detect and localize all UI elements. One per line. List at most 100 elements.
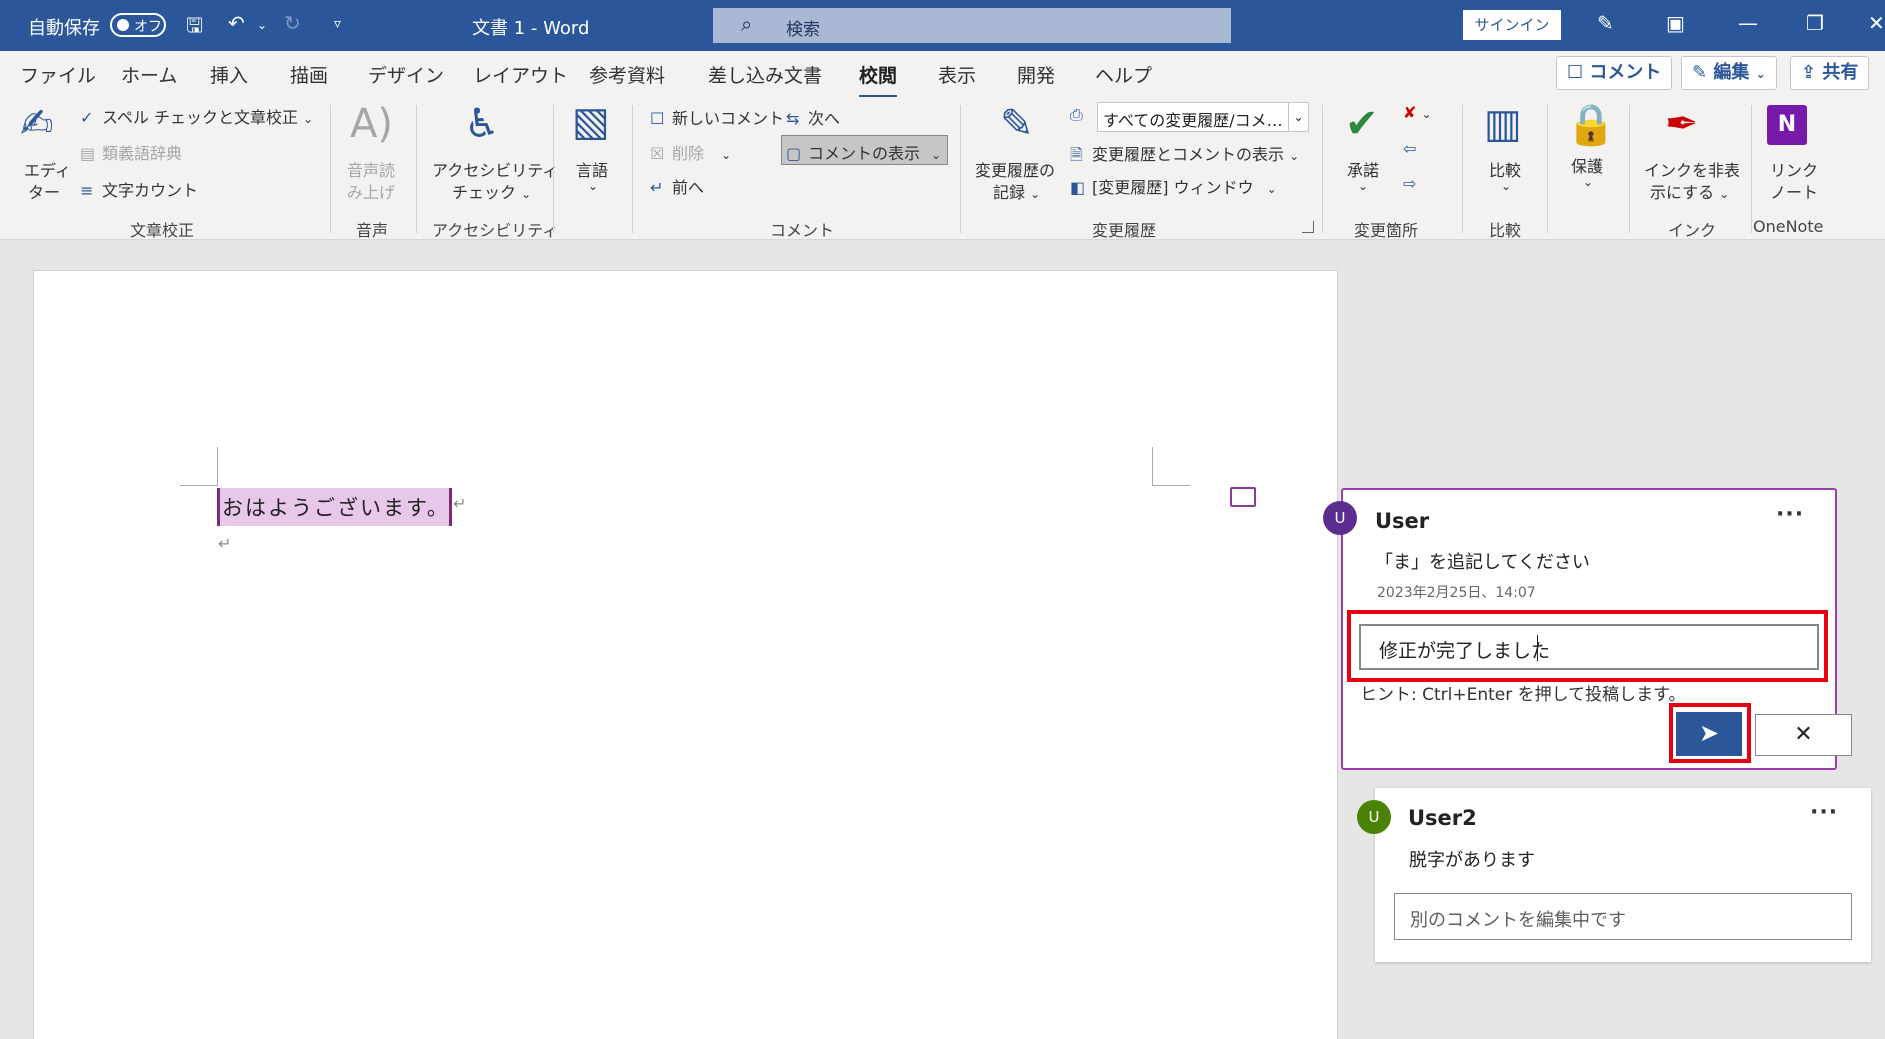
editor-button-line2[interactable]: ター (28, 179, 60, 203)
editor-icon: ✍ (20, 101, 54, 147)
reply-input[interactable]: 修正が完了しました (1359, 624, 1819, 670)
tab-file[interactable]: ファイル (20, 61, 96, 88)
next-comment-button[interactable]: ⇆ 次へ (786, 105, 840, 129)
protect-button[interactable]: 保護 (1571, 153, 1603, 177)
new-comment-label: 新しいコメント (672, 109, 785, 128)
crop-mark (217, 447, 218, 485)
new-comment-button[interactable]: ☐ 新しいコメント (650, 105, 784, 129)
reviewing-pane-button[interactable]: ◧ [変更履歴] ウィンドウ ⌄ (1070, 174, 1277, 198)
editing-mode-label: 編集 (1713, 62, 1750, 83)
close-icon[interactable]: ✕ (1868, 11, 1885, 35)
avatar: U (1323, 501, 1357, 535)
customize-toolbar-icon[interactable]: ▿ (334, 16, 341, 32)
cancel-reply-button[interactable]: ✕ (1755, 714, 1852, 756)
tab-insert[interactable]: 挿入 (210, 61, 248, 88)
reject-icon[interactable]: ✘ ⌄ (1403, 103, 1432, 122)
undo-dropdown-icon[interactable]: ⌄ (257, 18, 267, 32)
pen-icon[interactable]: ✎ (1597, 11, 1614, 35)
chevron-down-icon[interactable]: ⌄ (588, 179, 598, 193)
more-options-icon[interactable]: ··· (1810, 800, 1838, 825)
next-change-icon[interactable]: ⇨ (1403, 174, 1416, 193)
chevron-down-icon[interactable]: ⌄ (1358, 179, 1368, 193)
document-text[interactable]: おはようございます。 (222, 492, 450, 522)
group-tracking-label: 変更履歴 (1092, 221, 1157, 240)
spell-check-button[interactable]: ✓ スペル チェックと文章校正 ⌄ (80, 104, 313, 128)
language-button[interactable]: 言語 (576, 157, 608, 181)
display-for-review-select[interactable]: すべての変更履歴/コメ… ⌄ (1097, 102, 1309, 132)
comments-pane-button[interactable]: ☐ コメント (1556, 56, 1673, 90)
editor-button[interactable]: エディ (24, 157, 71, 181)
comment-icon: ☐ (1567, 62, 1584, 83)
comment-text: 「ま」を追記してください (1375, 552, 1590, 573)
restore-icon[interactable]: ❐ (1806, 11, 1824, 35)
chevron-down-icon: ⌄ (1421, 107, 1432, 121)
display-for-review-value: すべての変更履歴/コメ… (1103, 111, 1283, 130)
hide-ink-button[interactable]: インクを非表 (1644, 157, 1740, 181)
read-aloud-icon: A) (350, 101, 393, 147)
word-count-label: 文字カウント (102, 181, 199, 200)
linked-notes-button[interactable]: リンク (1770, 157, 1818, 181)
comment-marker-icon[interactable] (1230, 487, 1256, 507)
ribbon-separator (632, 105, 633, 233)
tab-home[interactable]: ホーム (121, 61, 177, 88)
read-aloud-button: 音声読 (347, 161, 396, 180)
hide-ink-line2[interactable]: 示にする ⌄ (1650, 179, 1729, 203)
tab-help[interactable]: ヘルプ (1095, 61, 1152, 88)
reviewing-pane-label: [変更履歴] ウィンドウ (1092, 178, 1254, 197)
language-icon: ▧ (572, 99, 610, 145)
undo-icon[interactable]: ↶ (228, 11, 245, 35)
thesaurus-label: 類義語辞典 (102, 144, 183, 163)
minimize-icon[interactable]: — (1738, 11, 1758, 35)
editing-mode-button[interactable]: ✎ 編集 ⌄ (1681, 56, 1777, 90)
tab-draw[interactable]: 描画 (290, 61, 328, 88)
delete-comment-icon: ☒ (650, 144, 665, 163)
ribbon-display-icon[interactable]: ▣ (1666, 11, 1685, 35)
compare-button[interactable]: 比較 (1489, 157, 1521, 181)
show-comments-content[interactable]: ▢ コメントの表示 ⌄ (786, 140, 941, 164)
search-box[interactable]: ⌕ 検索 (713, 8, 1231, 43)
linked-notes-button-line2[interactable]: ノート (1770, 179, 1818, 203)
markup-icon: ⎙ (1070, 105, 1083, 124)
tab-references[interactable]: 参考資料 (589, 61, 665, 88)
save-icon[interactable]: 🖫 (186, 11, 203, 45)
track-changes-button[interactable]: 変更履歴の (975, 157, 1055, 181)
signin-button[interactable]: サインイン (1463, 10, 1561, 40)
previous-comment-button[interactable]: ↵ 前へ (650, 174, 704, 198)
post-hint: ヒント: Ctrl+Enter を押して投稿します。 (1360, 685, 1686, 705)
autosave-toggle[interactable]: オフ (110, 13, 166, 37)
more-options-icon[interactable]: ··· (1776, 502, 1804, 527)
dialog-launcher-icon[interactable] (1302, 221, 1314, 233)
chevron-down-icon: ⌄ (1030, 187, 1041, 201)
accept-button[interactable]: 承諾 (1347, 157, 1379, 181)
tab-review[interactable]: 校閲 (859, 61, 898, 98)
autosave-label: 自動保存 (28, 18, 100, 39)
tab-layout[interactable]: レイアウト (473, 61, 568, 88)
post-reply-button[interactable]: ➤ (1676, 712, 1742, 756)
tab-developer[interactable]: 開発 (1017, 61, 1055, 88)
tab-view[interactable]: 表示 (938, 61, 976, 88)
track-changes-line2[interactable]: 記録 ⌄ (993, 179, 1040, 203)
accessibility-check-line2[interactable]: チェック ⌄ (452, 179, 531, 203)
previous-label: 前へ (672, 178, 705, 197)
ribbon-separator (1322, 105, 1323, 233)
chevron-down-icon[interactable]: ⌄ (1501, 179, 1511, 193)
accessibility-check-button[interactable]: アクセシビリティ (432, 157, 558, 181)
protect-icon: 🔒 (1566, 102, 1616, 148)
show-comments-label: コメントの表示 (808, 144, 921, 163)
document-page[interactable] (33, 270, 1338, 1039)
display-for-review-icon: ⎙ (1070, 105, 1092, 125)
share-button[interactable]: ⇪ 共有 (1790, 56, 1870, 90)
track-changes-label: 記録 (993, 183, 1026, 202)
show-markup-button[interactable]: 🗎 変更履歴とコメントの表示 ⌄ (1070, 141, 1299, 171)
chevron-down-icon: ⌄ (1266, 182, 1277, 196)
comments-pane-label: コメント (1589, 62, 1662, 83)
delete-label: 削除 (672, 144, 705, 163)
chevron-down-icon[interactable]: ⌄ (1583, 175, 1593, 189)
tab-design[interactable]: デザイン (368, 61, 444, 88)
avatar-initial: U (1368, 808, 1380, 826)
previous-change-icon[interactable]: ⇦ (1403, 139, 1416, 158)
tab-mailings[interactable]: 差し込み文書 (708, 61, 822, 88)
reply-input-disabled[interactable]: 別のコメントを編集中です (1394, 893, 1852, 940)
read-aloud-button-line2: み上げ (347, 183, 396, 202)
word-count-button[interactable]: ≡ 文字カウント (80, 177, 198, 201)
